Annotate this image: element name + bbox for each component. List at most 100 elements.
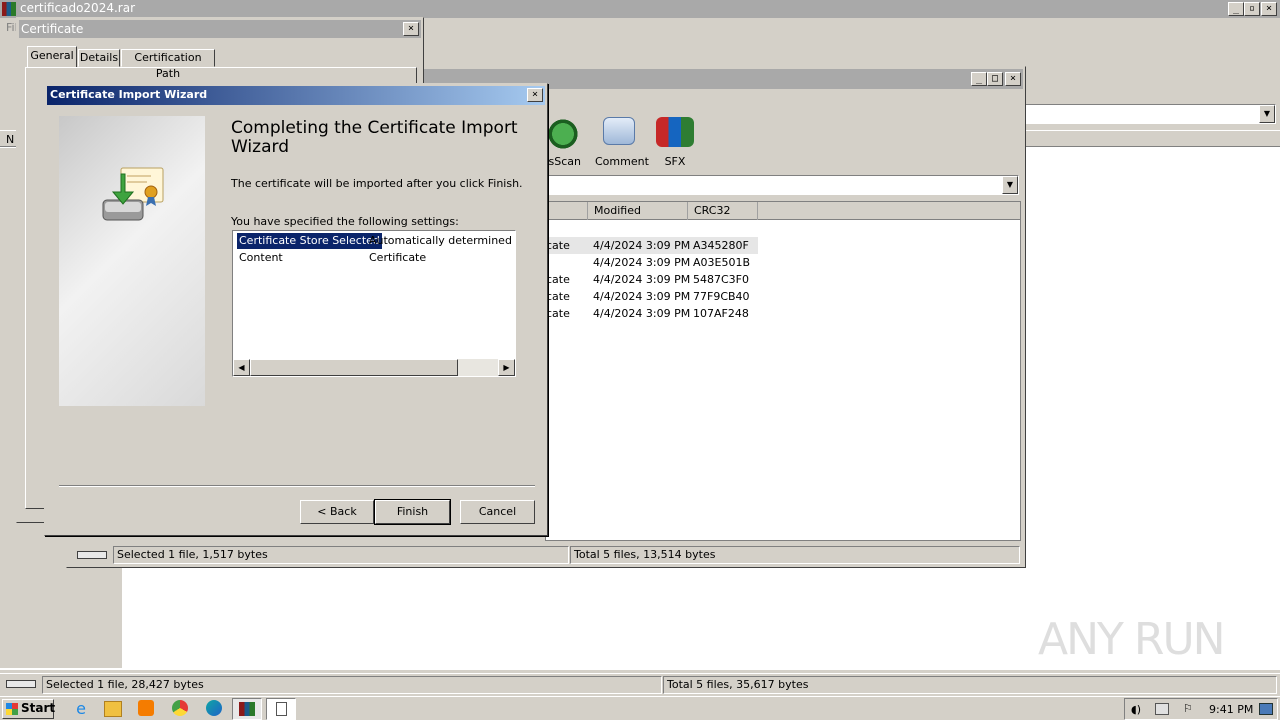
table-row[interactable]: 4/4/2024 3:09 PM A03E501B — [546, 254, 758, 271]
row-modified: 4/4/2024 3:09 PM — [593, 290, 691, 303]
watermark-text: ANY RUN — [1038, 614, 1226, 665]
chrome-icon[interactable] — [172, 700, 188, 716]
edge-icon[interactable] — [206, 700, 222, 716]
row-type: cate — [546, 273, 570, 286]
table-row[interactable]: cate 4/4/2024 3:09 PM A345280F — [546, 237, 758, 254]
wizard-close-button[interactable]: × — [527, 88, 543, 102]
inner-status-bar: Selected 1 file, 1,517 bytes Total 5 fil… — [69, 545, 1023, 565]
import-wizard-dialog: Certificate Import Wizard × Completing t… — [44, 83, 548, 536]
system-tray: ◖) ⚐ 9:41 PM — [1124, 698, 1278, 720]
inner-chevron-down-icon[interactable]: ▼ — [1002, 176, 1018, 194]
cancel-button[interactable]: Cancel — [460, 500, 535, 524]
row-crc: 77F9CB40 — [693, 290, 750, 303]
row-modified: 4/4/2024 3:09 PM — [593, 273, 691, 286]
inner-close-button[interactable]: × — [1005, 72, 1021, 86]
winrar-main-title: certificado2024.rar — [20, 1, 135, 15]
row-type: cate — [546, 239, 570, 252]
taskbar-certificate-button[interactable] — [266, 698, 296, 720]
column-name-header[interactable]: N — [6, 133, 14, 146]
start-button[interactable]: Start — [2, 699, 55, 719]
back-button[interactable]: < Back — [300, 500, 374, 524]
row-crc: A345280F — [693, 239, 749, 252]
volume-icon[interactable]: ◖) — [1131, 703, 1141, 716]
address-dropdown[interactable]: ▼ — [1022, 104, 1276, 124]
main-status-left: Selected 1 file, 28,427 bytes — [42, 676, 662, 694]
inner-file-list: Modified CRC32 cate 4/4/2024 3:09 PM A34… — [545, 201, 1021, 541]
tab-certification-path[interactable]: Certification Path — [121, 49, 215, 80]
setting-row-store[interactable]: Certificate Store Selected Automatically… — [235, 233, 515, 249]
toolbar-comment-label: Comment — [595, 155, 649, 168]
row-crc: A03E501B — [693, 256, 751, 269]
main-status-right: Total 5 files, 35,617 bytes — [663, 676, 1277, 694]
table-row[interactable]: cate 4/4/2024 3:09 PM 107AF248 — [546, 305, 758, 322]
tab-details[interactable]: Details — [78, 49, 120, 67]
tab-details-label: Details — [79, 51, 119, 64]
tab-general-label: General — [30, 49, 74, 62]
certificate-title: Certificate — [21, 22, 84, 36]
scroll-left-arrow-icon[interactable]: ◀ — [233, 359, 250, 376]
row-modified: 4/4/2024 3:09 PM — [593, 256, 691, 269]
row-crc: 107AF248 — [693, 307, 749, 320]
windows-logo-icon — [6, 703, 18, 715]
inner-status-right-text: Total 5 files, 13,514 bytes — [574, 548, 716, 561]
inner-status-left-text: Selected 1 file, 1,517 bytes — [117, 548, 268, 561]
comment-icon — [603, 117, 635, 145]
document-icon — [276, 702, 287, 716]
certificate-import-icon — [102, 167, 164, 221]
virusscan-icon — [546, 117, 580, 151]
main-status-bar: Selected 1 file, 28,427 bytes Total 5 fi… — [0, 673, 1280, 695]
sfx-icon — [656, 117, 694, 147]
network-icon[interactable] — [1155, 703, 1169, 715]
table-row[interactable]: cate 4/4/2024 3:09 PM 77F9CB40 — [546, 288, 758, 305]
wizard-titlebar: Certificate Import Wizard × — [47, 86, 545, 105]
chevron-down-icon[interactable]: ▼ — [1259, 105, 1275, 123]
certificate-titlebar: Certificate × — [19, 20, 421, 38]
wizard-intro-text: The certificate will be imported after y… — [231, 177, 523, 190]
minimize-button[interactable]: _ — [1228, 2, 1244, 16]
media-player-icon[interactable] — [138, 700, 154, 716]
explorer-folder-icon[interactable] — [104, 701, 122, 717]
settings-horizontal-scrollbar[interactable]: ◀ ▶ — [233, 359, 515, 376]
tab-general[interactable]: General — [27, 46, 77, 68]
column-type-header[interactable] — [546, 202, 588, 220]
setting-row-content[interactable]: Content Certificate — [235, 250, 515, 266]
table-row[interactable]: cate 4/4/2024 3:09 PM 5487C3F0 — [546, 271, 758, 288]
close-button[interactable]: × — [1261, 2, 1277, 16]
finish-button-label: Finish — [396, 505, 429, 518]
row-type: cate — [546, 307, 570, 320]
column-modified-header[interactable]: Modified — [588, 202, 688, 220]
flag-icon[interactable]: ⚐ — [1183, 702, 1193, 715]
setting-name: Content — [239, 251, 283, 264]
wizard-heading: Completing the Certificate Import Wizard — [231, 118, 518, 157]
clock[interactable]: 9:41 PM — [1209, 703, 1253, 716]
setting-value: Automatically determined by t — [369, 234, 515, 247]
column-crc32-header[interactable]: CRC32 — [688, 202, 758, 220]
certificate-close-button[interactable]: × — [403, 22, 419, 36]
inner-minimize-button[interactable]: _ — [971, 72, 987, 86]
scroll-thumb[interactable] — [250, 359, 458, 376]
winrar-app-icon — [2, 2, 16, 16]
finish-button[interactable]: Finish — [374, 499, 451, 525]
inner-status-right: Total 5 files, 13,514 bytes — [570, 546, 1020, 564]
toolbar-sfx-label: SFX — [664, 155, 686, 168]
winrar-taskbar-icon — [239, 702, 255, 716]
toolbar-comment[interactable]: Comment — [595, 117, 649, 168]
show-desktop-icon[interactable] — [1259, 703, 1273, 715]
inner-list-header: Modified CRC32 — [546, 202, 1020, 220]
cancel-button-label: Cancel — [478, 505, 517, 518]
internet-explorer-icon[interactable]: e — [70, 699, 92, 719]
inner-status-left: Selected 1 file, 1,517 bytes — [113, 546, 569, 564]
row-modified: 4/4/2024 3:09 PM — [593, 239, 691, 252]
setting-value: Certificate — [369, 251, 427, 264]
toolbar-sfx[interactable]: SFX — [651, 117, 699, 168]
inner-drive-icon — [77, 551, 107, 559]
taskbar: Start e ◖) ⚐ 9:41 PM — [0, 696, 1280, 720]
row-crc: 5487C3F0 — [693, 273, 749, 286]
settings-list[interactable]: Certificate Store Selected Automatically… — [232, 230, 516, 377]
inner-maximize-button[interactable]: □ — [987, 72, 1003, 86]
inner-address-bar[interactable]: ▼ — [545, 175, 1019, 195]
restore-button[interactable]: ▫ — [1244, 2, 1260, 16]
scroll-right-arrow-icon[interactable]: ▶ — [498, 359, 515, 376]
back-button-label: < Back — [317, 505, 357, 518]
taskbar-winrar-button[interactable] — [232, 698, 262, 720]
